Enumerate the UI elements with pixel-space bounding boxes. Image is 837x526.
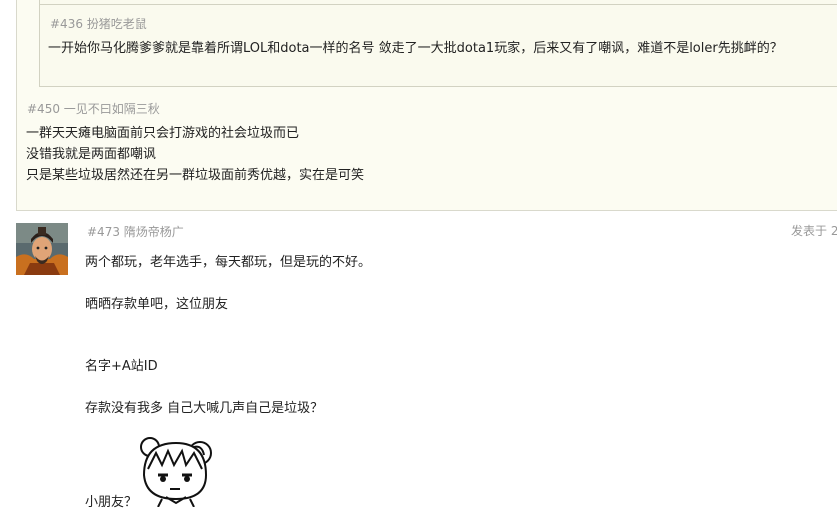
quote-block-436: #436 扮猪吃老鼠 一开始你马化腾爹爹就是靠着所谓LOL和dota一样的名号 …: [39, 0, 837, 87]
quote-line-2: 没错我就是两面都嘲讽: [26, 147, 157, 162]
post-header-473[interactable]: #473 隋炀帝杨广: [87, 223, 184, 240]
post-line-1: 两个都玩，老年选手，每天都玩，但是玩的不好。: [85, 255, 372, 270]
quote-header-450[interactable]: #450 一见不曰如隔三秋: [27, 100, 160, 117]
chibi-girl-emoticon-icon: [140, 437, 212, 508]
quote-header-436[interactable]: #436 扮猪吃老鼠: [50, 15, 147, 32]
posted-at: 发表于 2: [791, 224, 837, 238]
quote-line-3: 只是某些垃圾居然还在另一群垃圾面前秀优越，实在是可笑: [26, 168, 365, 183]
post-line-5: 小朋友？: [85, 495, 138, 510]
post-line-2: 晒晒存款单吧，这位朋友: [85, 297, 229, 312]
emoticon: [136, 431, 216, 508]
post-line-4: 存款没有我多 自己大喊几声自己是垃圾？: [85, 401, 324, 416]
avatar[interactable]: [16, 223, 68, 275]
post-line-3: 名字+A站ID: [85, 359, 158, 374]
quote-divider: [40, 4, 837, 5]
forum-thread-page: #436 扮猪吃老鼠 一开始你马化腾爹爹就是靠着所谓LOL和dota一样的名号 …: [0, 0, 837, 526]
general-portrait-avatar-icon: [16, 223, 68, 275]
quote-line-1: 一群天天瘫电脑面前只会打游戏的社会垃圾而已: [26, 126, 300, 141]
quote-block-450: #436 扮猪吃老鼠 一开始你马化腾爹爹就是靠着所谓LOL和dota一样的名号 …: [16, 0, 837, 211]
quote-text-436: 一开始你马化腾爹爹就是靠着所谓LOL和dota一样的名号 敛走了一大批dota1…: [48, 41, 783, 56]
